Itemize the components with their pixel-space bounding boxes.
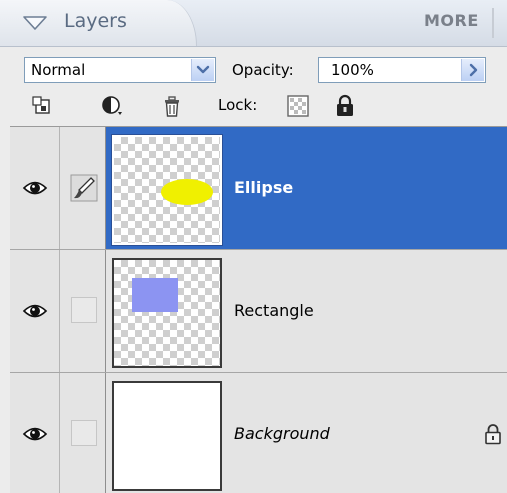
eye-icon[interactable] [22,301,48,321]
visibility-column [10,127,60,249]
rectangle-thumbnail-shape [132,278,178,312]
link-toggle[interactable] [71,297,97,323]
more-button[interactable]: MORE [424,11,479,30]
link-toggle[interactable] [71,420,97,446]
opacity-field[interactable]: 100% [318,57,486,83]
opacity-label: Opacity: [232,61,294,79]
eye-icon[interactable] [22,424,48,444]
layer-thumbnail[interactable] [112,258,222,368]
collapse-arrow-icon[interactable] [22,14,48,32]
layers-list: Ellipse Rectangle Background [10,126,507,493]
layer-row-rectangle[interactable]: Rectangle [10,250,507,373]
link-column [60,373,106,493]
layers-panel: Layers MORE Normal Opacity: 100% Lock: E… [0,0,507,493]
layer-content: Rectangle [106,250,507,372]
layer-thumbnail[interactable] [112,381,222,491]
lock-icon [485,424,501,445]
layer-name: Background [234,424,330,443]
eye-icon[interactable] [22,178,48,198]
panel-title: Layers [64,10,127,32]
layer-content: Background [106,373,507,493]
link-column [60,250,106,372]
layer-row-ellipse[interactable]: Ellipse [10,127,507,250]
blend-mode-value: Normal [31,61,86,79]
trash-icon[interactable] [160,94,184,118]
lock-label: Lock: [218,96,258,114]
chevron-down-icon[interactable] [191,59,214,81]
layer-row-background[interactable]: Background [10,373,507,493]
layer-thumbnail[interactable] [111,134,223,246]
opacity-value: 100% [331,61,374,79]
titlebar-divider [492,8,494,38]
chevron-right-icon[interactable] [461,59,484,81]
layer-content: Ellipse [106,127,507,249]
visibility-column [10,373,60,493]
layer-name: Rectangle [234,301,314,320]
adjustment-layer-icon[interactable] [100,94,124,118]
brush-icon[interactable] [69,173,99,203]
ellipse-thumbnail-shape [161,179,213,205]
link-column [60,127,106,249]
panel-titlebar: Layers MORE [0,0,507,47]
lock-all-icon[interactable] [333,94,357,118]
visibility-column [10,250,60,372]
layer-name: Ellipse [234,178,294,197]
lock-transparency-icon[interactable] [286,94,310,118]
blend-mode-select[interactable]: Normal [24,57,216,83]
new-layer-icon[interactable] [30,94,54,118]
panel-tab[interactable]: Layers [0,0,197,46]
